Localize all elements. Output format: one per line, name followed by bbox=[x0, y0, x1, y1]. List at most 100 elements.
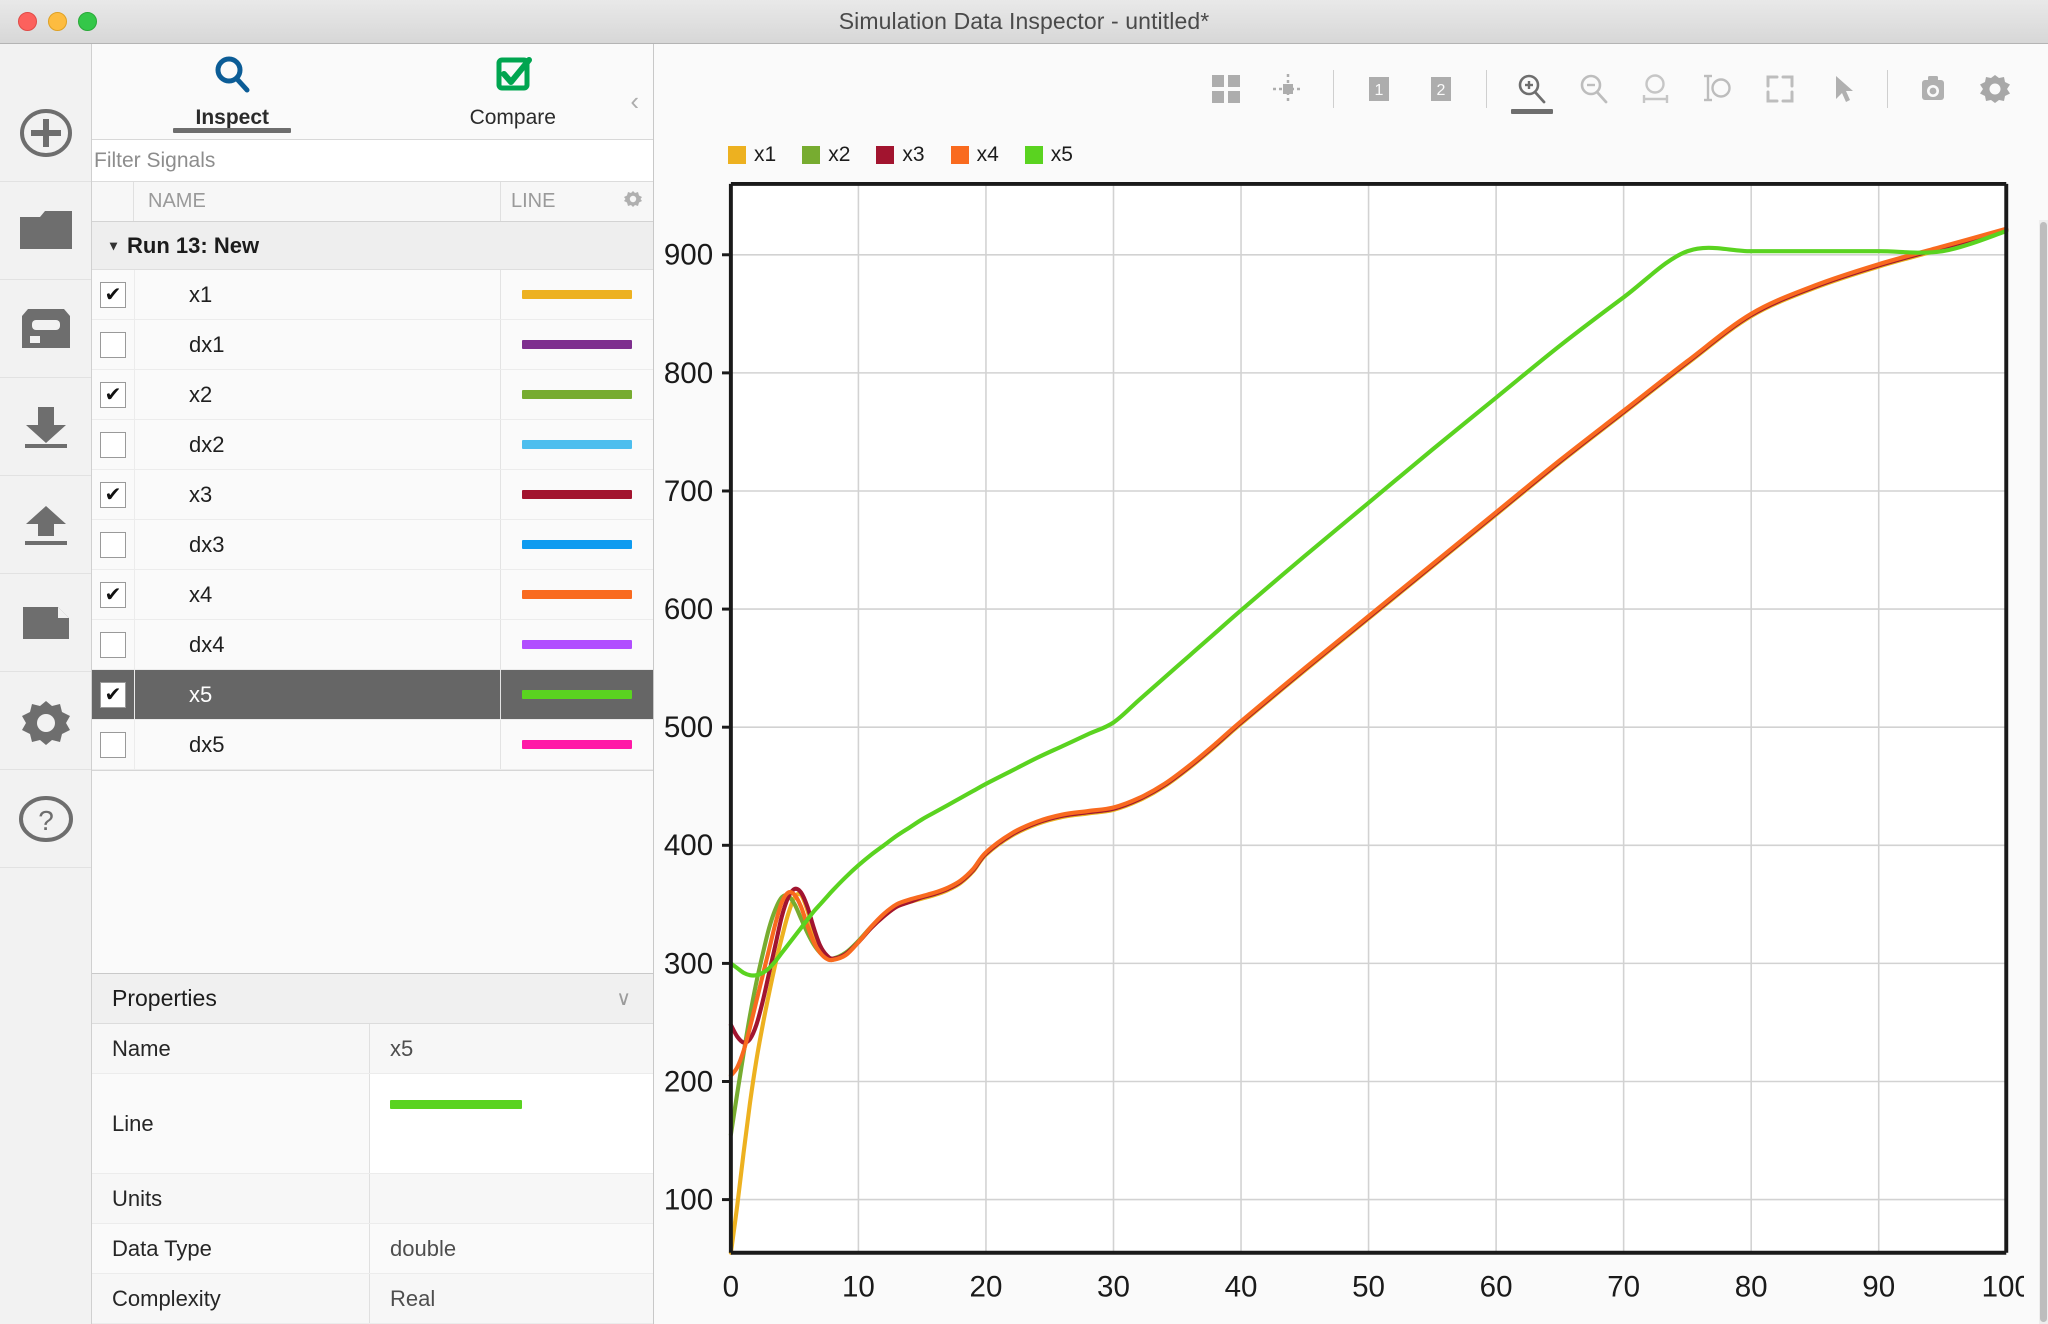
save-icon[interactable] bbox=[0, 280, 91, 378]
cursor-arrow-icon[interactable] bbox=[1811, 58, 1873, 120]
x-axis-tick-label: 80 bbox=[1735, 1270, 1768, 1303]
collapse-panel-button[interactable]: ‹ bbox=[630, 88, 639, 114]
signal-checkbox-dx1[interactable] bbox=[100, 331, 126, 358]
signal-row-x3[interactable]: ✔ x3 bbox=[92, 470, 653, 520]
sparse-grid-icon[interactable] bbox=[1257, 58, 1319, 120]
window-title: Simulation Data Inspector - untitled* bbox=[838, 8, 1210, 34]
signal-row-x1[interactable]: ✔ x1 bbox=[92, 270, 653, 320]
signal-line-cell[interactable] bbox=[501, 470, 653, 519]
legend-item-x1[interactable]: x1 bbox=[728, 143, 776, 167]
signal-row-dx1[interactable]: dx1 bbox=[92, 320, 653, 370]
signal-color-swatch bbox=[522, 690, 632, 699]
icon-rail: ? bbox=[0, 44, 92, 1324]
tab-compare[interactable]: Compare bbox=[373, 44, 654, 139]
chart-vertical-scrollbar[interactable] bbox=[2039, 220, 2048, 1324]
signal-checkbox-dx2[interactable] bbox=[100, 431, 126, 458]
plot-svg[interactable]: 100 200 300 400 500 600 700 800 900 0 10 20 30 40 50 60… bbox=[654, 176, 2024, 1324]
gear-icon[interactable] bbox=[0, 672, 91, 770]
legend-color-swatch bbox=[1024, 146, 1043, 164]
signal-name-label: x4 bbox=[189, 581, 213, 607]
signal-line-cell[interactable] bbox=[501, 570, 653, 619]
signal-line-cell[interactable] bbox=[501, 670, 653, 719]
signal-checkbox-dx3[interactable] bbox=[100, 531, 126, 558]
axis-2-icon[interactable]: 2 bbox=[1410, 58, 1472, 120]
signal-line-cell[interactable] bbox=[501, 420, 653, 469]
signal-row-x5[interactable]: ✔ x5 bbox=[92, 670, 653, 720]
export-icon[interactable] bbox=[0, 476, 91, 574]
signal-row-x2[interactable]: ✔ x2 bbox=[92, 370, 653, 420]
run-group-header[interactable]: ▾ Run 13: New bbox=[92, 222, 653, 270]
legend-item-x4[interactable]: x4 bbox=[950, 143, 999, 167]
legend-item-x3[interactable]: x3 bbox=[876, 143, 925, 167]
properties-header[interactable]: Properties ∨ bbox=[92, 974, 653, 1024]
add-icon[interactable] bbox=[0, 84, 91, 182]
y-axis-tick-label: 500 bbox=[664, 711, 713, 744]
chevron-down-icon[interactable]: ∨ bbox=[616, 986, 631, 1011]
signal-line-cell[interactable] bbox=[501, 520, 653, 569]
signal-row-dx2[interactable]: dx2 bbox=[92, 420, 653, 470]
settings-gear-icon[interactable] bbox=[1964, 58, 2026, 120]
report-icon[interactable] bbox=[0, 574, 91, 672]
run-caret-icon[interactable]: ▾ bbox=[110, 237, 117, 254]
folder-icon[interactable] bbox=[0, 182, 91, 280]
signal-line-cell[interactable] bbox=[501, 620, 653, 669]
filter-signals-input[interactable] bbox=[94, 148, 653, 173]
signal-name-label: x1 bbox=[189, 281, 213, 307]
signal-checkbox-x1[interactable]: ✔ bbox=[100, 281, 126, 308]
signal-row-dx3[interactable]: dx3 bbox=[92, 520, 653, 570]
column-settings-gear-icon[interactable] bbox=[623, 189, 643, 215]
signal-checkbox-x5[interactable]: ✔ bbox=[100, 681, 126, 708]
x-axis-tick-label: 10 bbox=[842, 1270, 875, 1303]
signal-line-cell[interactable] bbox=[501, 270, 653, 319]
signal-row-x4[interactable]: ✔ x4 bbox=[92, 570, 653, 620]
properties-rows: Name x5 Line Units Data Type double Complexity… bbox=[92, 1024, 653, 1324]
tab-inspect-label: Inspect bbox=[195, 106, 270, 129]
signal-name-label: x5 bbox=[189, 681, 213, 707]
signal-checkbox-x2[interactable]: ✔ bbox=[100, 381, 126, 408]
signal-line-cell[interactable] bbox=[501, 320, 653, 369]
layout-grid-icon[interactable] bbox=[1195, 58, 1257, 120]
legend-item-x2[interactable]: x2 bbox=[802, 143, 850, 167]
x-axis-tick-label: 20 bbox=[970, 1270, 1003, 1303]
signal-line-cell[interactable] bbox=[501, 720, 653, 769]
y-axis-tick-label: 100 bbox=[664, 1183, 713, 1216]
signal-panel: Inspect Compare ‹ NAM bbox=[92, 44, 654, 1324]
x-axis-tick-label: 60 bbox=[1480, 1270, 1513, 1303]
tab-inspect[interactable]: Inspect bbox=[92, 44, 373, 139]
zoom-in-icon[interactable] bbox=[1501, 58, 1563, 120]
signal-line-cell[interactable] bbox=[501, 370, 653, 419]
y-axis-tick-label: 700 bbox=[664, 475, 713, 508]
signal-color-swatch bbox=[522, 740, 632, 749]
zoom-out-icon[interactable] bbox=[1563, 58, 1625, 120]
property-line-swatch bbox=[390, 1100, 522, 1109]
signal-row-dx4[interactable]: dx4 bbox=[92, 620, 653, 670]
chart-scrollbar-thumb[interactable] bbox=[2040, 222, 2047, 1322]
signal-checkbox-x4[interactable]: ✔ bbox=[100, 581, 126, 608]
fit-to-view-icon[interactable] bbox=[1749, 58, 1811, 120]
property-row: Data Type double bbox=[92, 1224, 653, 1274]
filter-signals-row bbox=[92, 140, 653, 182]
plot-container[interactable]: 100 200 300 400 500 600 700 800 900 0 10 20 30 40 50 60… bbox=[654, 176, 2048, 1324]
snapshot-camera-icon[interactable] bbox=[1902, 58, 1964, 120]
legend-label: x4 bbox=[976, 143, 999, 166]
zoom-x-icon[interactable] bbox=[1625, 58, 1687, 120]
axis-1-icon[interactable]: 1 bbox=[1348, 58, 1410, 120]
property-row: Complexity Real bbox=[92, 1274, 653, 1324]
toolbar-separator-2 bbox=[1486, 70, 1487, 108]
legend-label: x3 bbox=[902, 143, 925, 166]
import-icon[interactable] bbox=[0, 378, 91, 476]
signal-checkbox-x3[interactable]: ✔ bbox=[100, 481, 126, 508]
signal-checkbox-dx4[interactable] bbox=[100, 631, 126, 658]
zoom-y-icon[interactable] bbox=[1687, 58, 1749, 120]
signal-check-cell: ✔ bbox=[92, 270, 134, 319]
help-icon[interactable]: ? bbox=[0, 770, 91, 868]
signal-row-dx5[interactable]: dx5 bbox=[92, 720, 653, 770]
column-header-check bbox=[92, 182, 134, 221]
tab-compare-label: Compare bbox=[469, 106, 556, 129]
signal-name-label: x2 bbox=[189, 381, 213, 407]
legend-color-swatch bbox=[876, 146, 895, 164]
signal-color-swatch bbox=[522, 340, 632, 349]
property-key: Data Type bbox=[92, 1224, 370, 1273]
signal-checkbox-dx5[interactable] bbox=[100, 731, 126, 758]
legend-item-x5[interactable]: x5 bbox=[1024, 143, 1073, 167]
